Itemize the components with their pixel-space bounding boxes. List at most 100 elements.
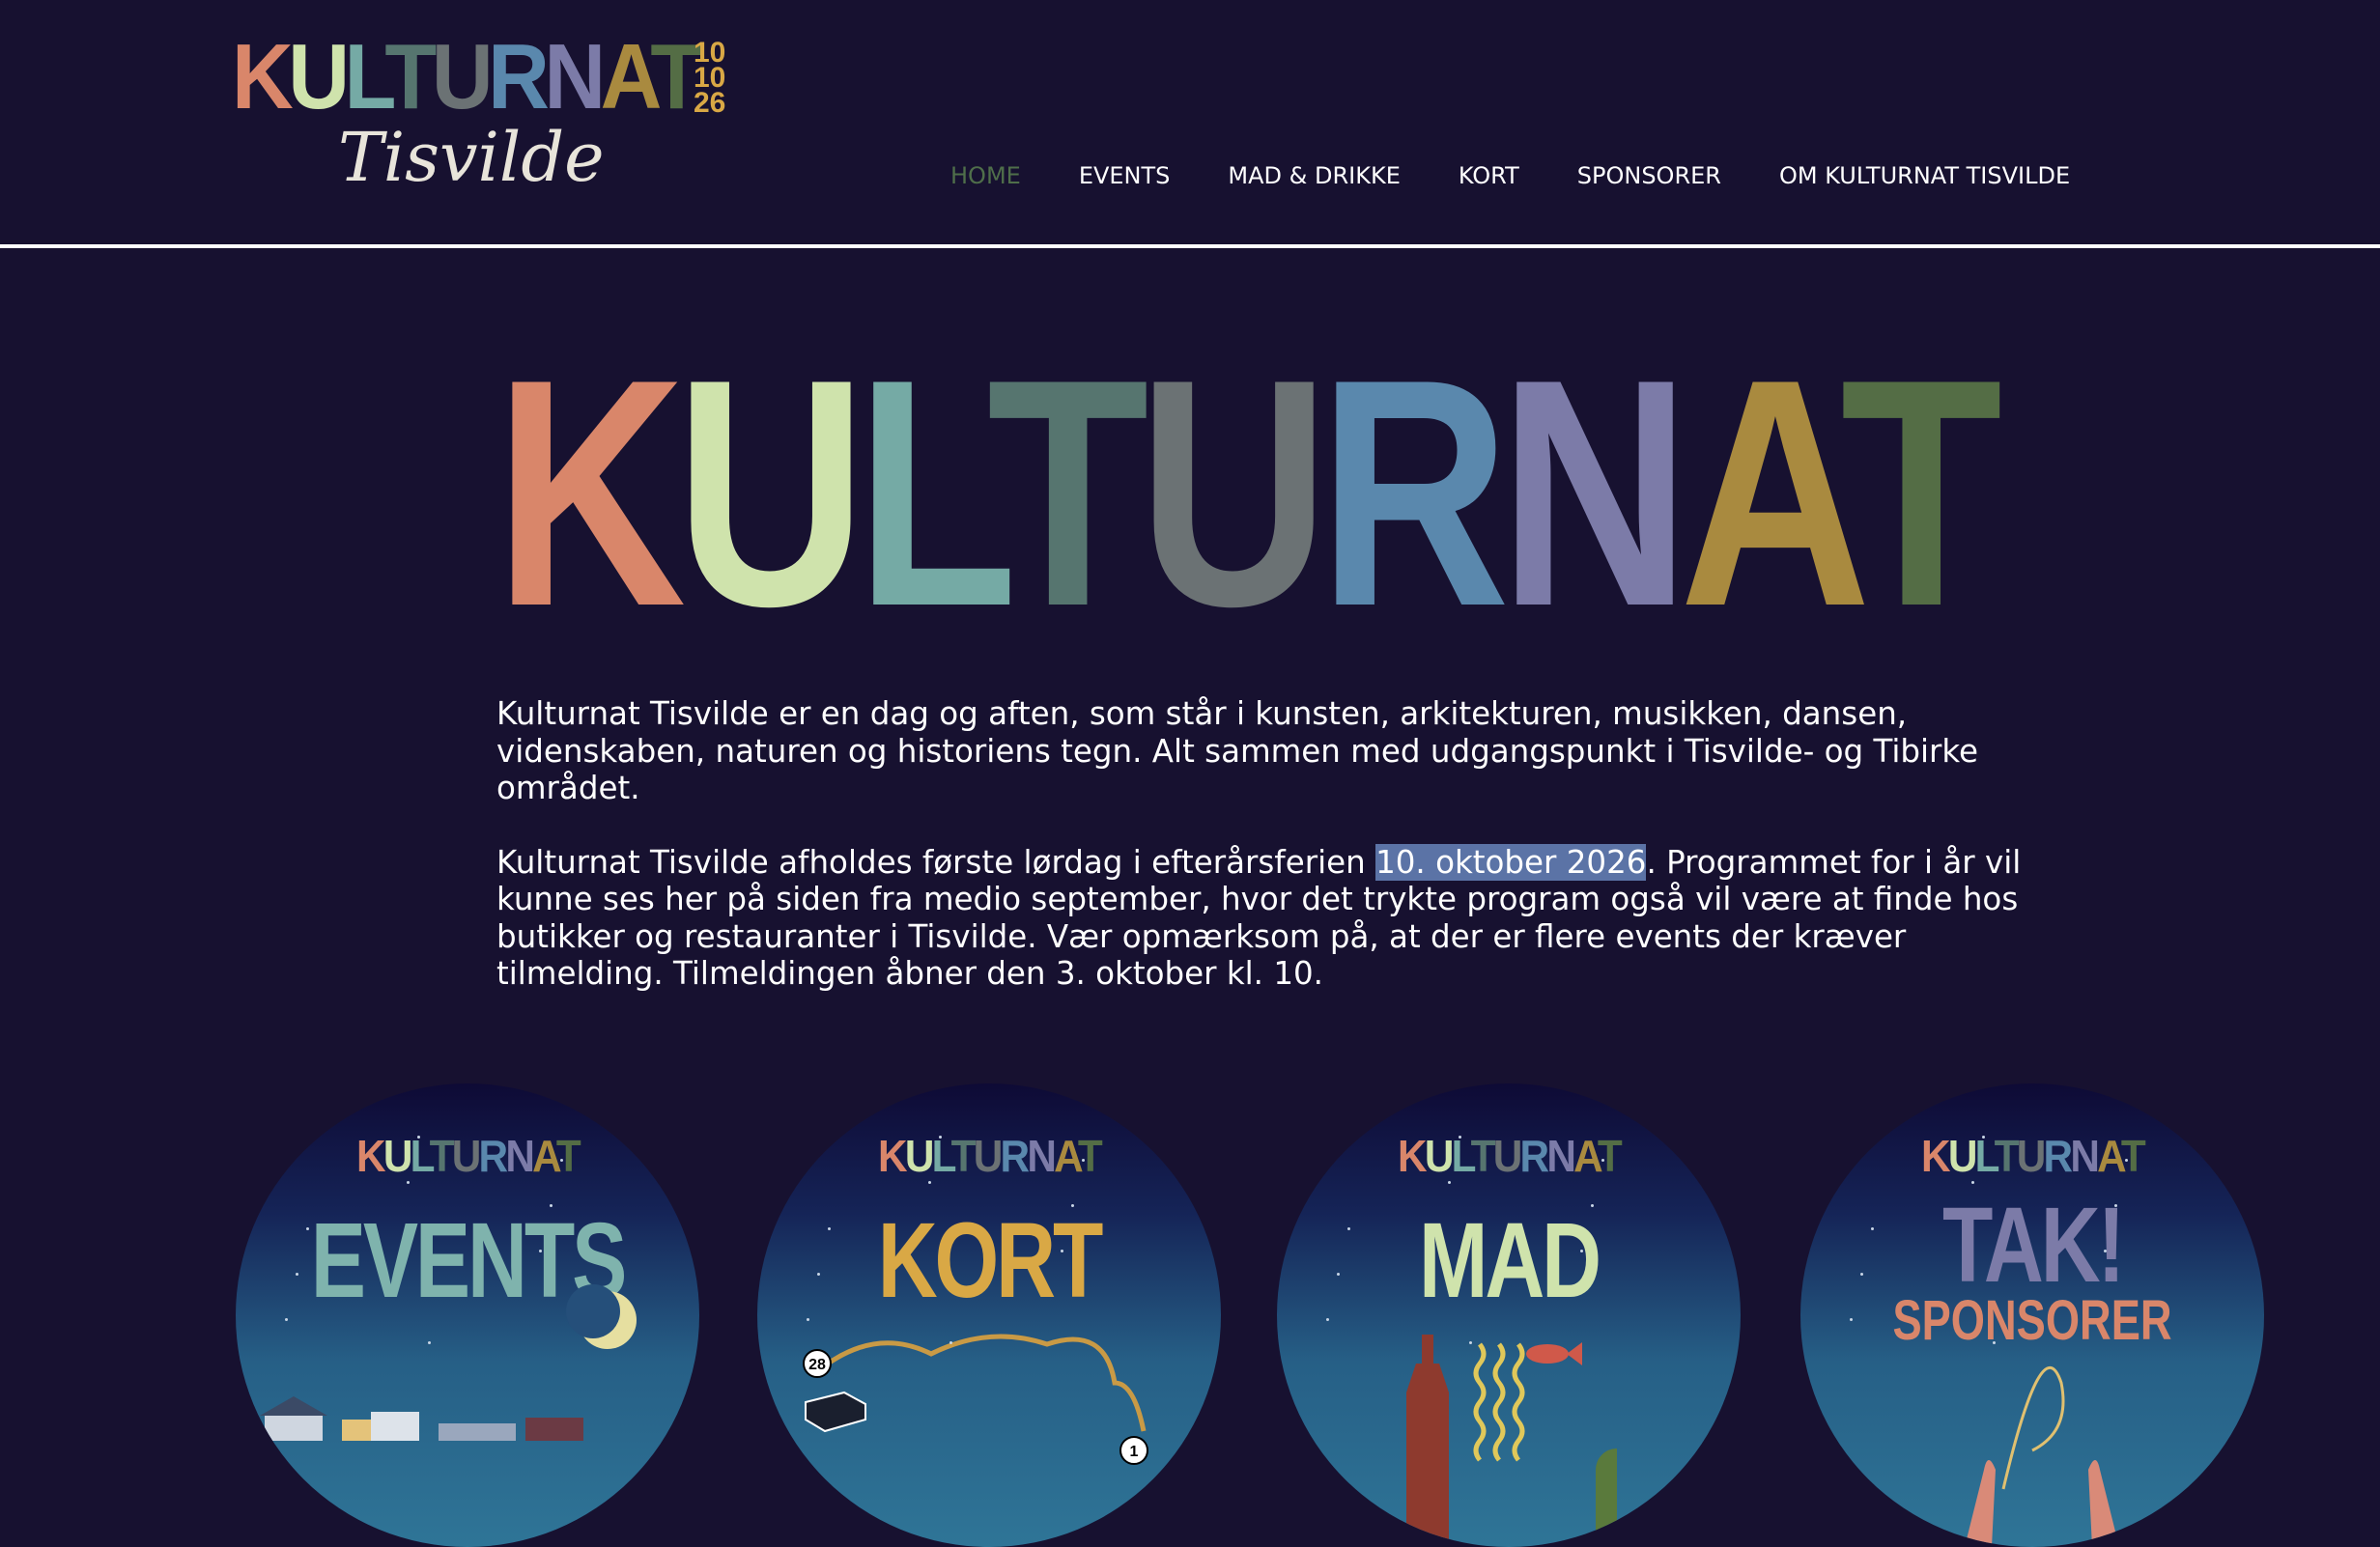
tile-brand-letter: K: [1398, 1131, 1428, 1181]
header-divider: [0, 244, 2380, 248]
star-icon: [1347, 1227, 1350, 1230]
star-icon: [1871, 1227, 1874, 1230]
star-icon: [2114, 1204, 2117, 1207]
map-route-icon: 28 1: [803, 1334, 1148, 1465]
star-icon: [407, 1181, 410, 1184]
tile-brand: KULTURNAT: [776, 1130, 1203, 1182]
star-icon: [550, 1204, 552, 1207]
star-icon: [1850, 1318, 1853, 1321]
star-icon: [1071, 1204, 1074, 1207]
tile-brand-letter: A: [1573, 1131, 1600, 1181]
tile-brand-letter: T: [1994, 1131, 2020, 1181]
tile-brand-letter: A: [1054, 1131, 1080, 1181]
main-navigation: HOME EVENTS MAD & DRIKKE KORT SPONSORER …: [950, 162, 2128, 189]
star-icon: [428, 1341, 431, 1344]
tile-brand: KULTURNAT: [1819, 1130, 2246, 1182]
tile-brand-letter: K: [356, 1131, 386, 1181]
hands-icon: [1965, 1365, 2119, 1547]
hero-letter: T: [986, 348, 1149, 618]
nav-kort[interactable]: KORT: [1459, 162, 1519, 189]
logo-letter: L: [344, 25, 390, 128]
map-marker-1: 1: [1130, 1444, 1139, 1460]
nav-mad-drikke[interactable]: MAD & DRIKKE: [1228, 162, 1400, 189]
star-icon: [1601, 1159, 1604, 1162]
hero-letter: L: [855, 348, 998, 618]
moon-icon: [566, 1284, 637, 1349]
logo-letter: U: [288, 25, 350, 128]
star-icon: [1993, 1341, 1996, 1344]
tile-brand: KULTURNAT: [254, 1130, 681, 1182]
tile-brand-letter: T: [1597, 1131, 1623, 1181]
logo-letter: T: [384, 25, 437, 128]
logo-letter: K: [232, 25, 294, 128]
star-icon: [1971, 1181, 1974, 1184]
logo-letter: U: [431, 25, 494, 128]
tile-brand-letter: R: [478, 1131, 509, 1181]
sponsorer-tile[interactable]: KULTURNAT TAK! SPONSORER: [1800, 1083, 2264, 1547]
nav-sponsorer[interactable]: SPONSORER: [1577, 162, 1721, 189]
star-icon: [817, 1273, 820, 1276]
star-icon: [2125, 1159, 2128, 1162]
hero-letter: U: [674, 348, 866, 618]
mad-tile[interactable]: KULTURNAT MAD: [1277, 1083, 1741, 1547]
tile-brand-letter: U: [1424, 1131, 1455, 1181]
star-icon: [1839, 1112, 1842, 1115]
tile-brand-letter: K: [1921, 1131, 1951, 1181]
star-icon: [828, 1227, 831, 1230]
star-icon: [807, 1318, 809, 1321]
star-icon: [1982, 1136, 1985, 1139]
tile-brand-letter: L: [931, 1131, 954, 1181]
star-icon: [796, 1112, 799, 1115]
hero-letter: K: [495, 348, 686, 618]
map-marker-28: 28: [808, 1357, 826, 1373]
star-icon: [928, 1181, 931, 1184]
star-icon: [296, 1273, 298, 1276]
tile-brand-letter: R: [1519, 1131, 1550, 1181]
star-icon: [1337, 1273, 1340, 1276]
nav-om-kulturnat[interactable]: OM KULTURNAT TISVILDE: [1779, 162, 2070, 189]
tile-subtitle: SPONSORER: [1892, 1289, 2172, 1352]
tile-brand-letter: T: [1470, 1131, 1496, 1181]
bottle-fish-icon: [1406, 1335, 1617, 1547]
tile-title: MAD: [1418, 1201, 1601, 1320]
tile-brand-letter: A: [2097, 1131, 2123, 1181]
star-icon: [274, 1112, 277, 1115]
logo-letter: R: [488, 25, 550, 128]
events-tile[interactable]: KULTURNAT EVENTS: [236, 1083, 699, 1547]
intro-paragraph-2: Kulturnat Tisvilde afholdes første lørda…: [496, 843, 2023, 993]
star-icon: [1316, 1112, 1318, 1115]
site-logo[interactable]: KULTURNAT 10 10 26 Tisvilde: [232, 29, 734, 203]
tile-brand-letter: N: [1027, 1131, 1057, 1181]
star-icon: [949, 1341, 952, 1344]
hero-wordmark: KULTURNAT: [495, 348, 2011, 618]
star-icon: [1580, 1250, 1583, 1252]
logo-letter: A: [600, 25, 656, 128]
tile-brand-letter: T: [555, 1131, 581, 1181]
intro-paragraph-1: Kulturnat Tisvilde er en dag og aften, s…: [496, 695, 1979, 806]
tile-brand-letter: L: [1974, 1131, 1998, 1181]
star-icon: [285, 1318, 288, 1321]
tile-brand-letter: T: [429, 1131, 455, 1181]
hero-letter: T: [1840, 348, 2002, 618]
star-icon: [1082, 1159, 1085, 1162]
tile-brand-letter: T: [950, 1131, 977, 1181]
hero-letter: A: [1679, 348, 1852, 618]
tile-brand-letter: U: [904, 1131, 935, 1181]
nav-home[interactable]: HOME: [950, 162, 1021, 189]
star-icon: [560, 1159, 563, 1162]
star-icon: [1326, 1318, 1329, 1321]
hero-letter: U: [1138, 348, 1329, 618]
tile-brand-letter: U: [382, 1131, 413, 1181]
logo-year: 10 10 26: [694, 39, 725, 118]
tile-brand-letter: N: [505, 1131, 535, 1181]
star-icon: [1860, 1273, 1863, 1276]
star-icon: [939, 1136, 942, 1139]
tile-brand-letter: R: [2043, 1131, 2074, 1181]
logo-wordmark: KULTURNAT: [232, 29, 702, 126]
tile-brand-letter: U: [2016, 1131, 2047, 1181]
nav-events[interactable]: EVENTS: [1079, 162, 1171, 189]
kort-tile[interactable]: KULTURNAT KORT 28 1: [757, 1083, 1221, 1547]
star-icon: [1591, 1204, 1594, 1207]
tile-brand-letter: L: [410, 1131, 433, 1181]
star-icon: [1459, 1136, 1461, 1139]
